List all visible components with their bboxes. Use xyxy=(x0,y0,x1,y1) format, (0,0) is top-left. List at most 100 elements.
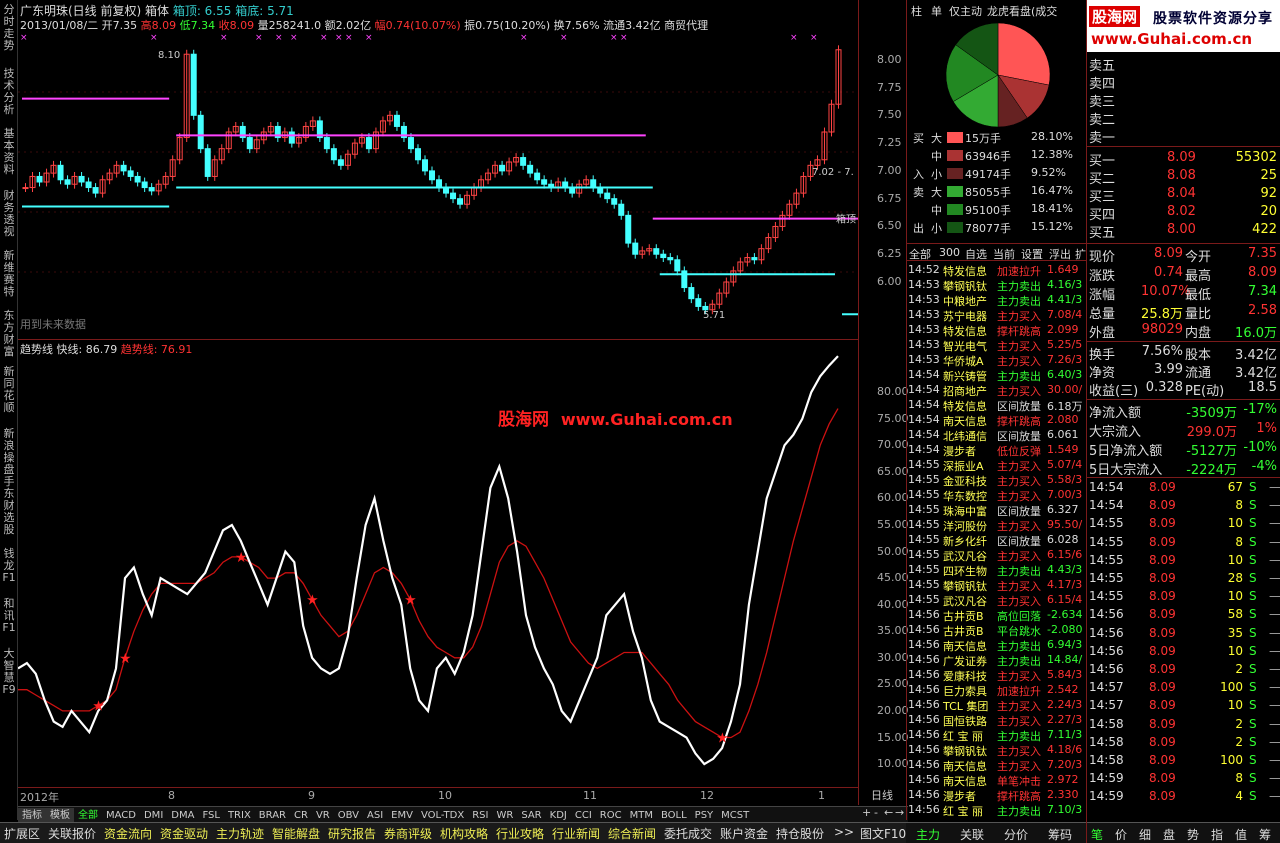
quote-tab-0[interactable]: 笔 xyxy=(1091,826,1103,843)
radar-row[interactable]: 14:56 TCL 集团 主力买入 2.24/3 xyxy=(907,698,1087,713)
bottom-tab-15[interactable]: >> xyxy=(834,825,854,839)
radar-row[interactable]: 14:55 洋河股份 主力买入 95.50/ xyxy=(907,518,1087,533)
indicator-tab-4[interactable]: DMI xyxy=(140,808,167,823)
radar-row[interactable]: 14:56 南天信息 单笔冲击 2.972 xyxy=(907,773,1087,788)
bottom-tab-11[interactable]: 综合新闻 xyxy=(608,825,656,842)
indicator-tab-0[interactable]: 指标 xyxy=(18,808,46,823)
quote-tab-3[interactable]: 盘 xyxy=(1163,826,1175,843)
radar-row[interactable]: 14:55 珠海中富 区间放量 6.327 xyxy=(907,503,1087,518)
radar-row[interactable]: 14:54 漫步者 低位反弹 1.549 xyxy=(907,443,1087,458)
radar-tab-0[interactable]: 柱 xyxy=(911,3,922,19)
radar-tab-1[interactable]: 单 xyxy=(931,3,942,19)
radar-row[interactable]: 14:53 攀钢钒钛 主力卖出 4.16/3 xyxy=(907,278,1087,293)
zoom-out-button[interactable]: - xyxy=(874,806,878,819)
left-tab-1[interactable]: 技术分析 xyxy=(1,68,17,116)
indicator-tab-19[interactable]: CCI xyxy=(571,808,596,823)
radar-bottom-tab-1[interactable]: 关联 xyxy=(960,826,984,843)
bottom-tab-4[interactable]: 主力轨迹 xyxy=(216,825,264,842)
left-tab-4[interactable]: 新维赛特 xyxy=(1,250,17,298)
radar-row[interactable]: 14:55 新乡化纤 区间放量 6.028 xyxy=(907,533,1087,548)
indicator-tab-20[interactable]: ROC xyxy=(596,808,626,823)
radar-row[interactable]: 14:55 武汉凡谷 主力买入 6.15/4 xyxy=(907,593,1087,608)
left-tab-9[interactable]: 钱龙F1 xyxy=(1,548,17,584)
indicator-tab-24[interactable]: MCST xyxy=(717,808,753,823)
radar-row[interactable]: 14:52 特发信息 加速拉升 1.649 xyxy=(907,263,1087,278)
radar-row[interactable]: 14:55 武汉凡谷 主力买入 6.15/6 xyxy=(907,548,1087,563)
radar-row[interactable]: 14:53 中粮地产 主力卖出 4.41/3 xyxy=(907,293,1087,308)
bottom-tab-13[interactable]: 账户资金 xyxy=(720,825,768,842)
indicator-tab-16[interactable]: WR xyxy=(492,808,517,823)
radar-row[interactable]: 14:56 漫步者 撑杆跳高 2.330 xyxy=(907,788,1087,803)
left-tab-7[interactable]: 新浪操盘手 xyxy=(1,428,17,488)
indicator-tab-5[interactable]: DMA xyxy=(167,808,198,823)
radar-row[interactable]: 14:56 爱康科技 主力买入 5.84/3 xyxy=(907,668,1087,683)
list-tab-2[interactable]: 自选 xyxy=(965,246,987,262)
radar-row[interactable]: 14:56 广发证券 主力卖出 14.84/ xyxy=(907,653,1087,668)
indicator-tab-18[interactable]: KDJ xyxy=(546,808,571,823)
list-tab-0[interactable]: 全部 xyxy=(909,246,931,262)
list-tab-5[interactable]: 浮出 xyxy=(1049,246,1071,262)
quote-tab-5[interactable]: 指 xyxy=(1211,826,1223,843)
indicator-tab-23[interactable]: PSY xyxy=(691,808,718,823)
radar-row[interactable]: 14:54 特发信息 区间放量 6.18万 xyxy=(907,398,1087,413)
radar-row[interactable]: 14:56 国恒铁路 主力买入 2.27/3 xyxy=(907,713,1087,728)
quote-tab-6[interactable]: 值 xyxy=(1235,826,1247,843)
indicator-tab-14[interactable]: VOL-TDX xyxy=(417,808,468,823)
radar-row[interactable]: 14:56 红 宝 丽 主力卖出 7.11/3 xyxy=(907,728,1087,743)
radar-bottom-tab-2[interactable]: 分价 xyxy=(1004,826,1028,843)
radar-row[interactable]: 14:54 招商地产 主力买入 30.00/ xyxy=(907,383,1087,398)
indicator-tab-22[interactable]: BOLL xyxy=(657,808,691,823)
indicator-tab-13[interactable]: EMV xyxy=(387,808,417,823)
radar-row[interactable]: 14:53 智光电气 主力买入 5.25/5 xyxy=(907,338,1087,353)
indicator-tab-10[interactable]: VR xyxy=(312,808,334,823)
radar-row[interactable]: 14:56 古井贡B 高位回落 -2.634 xyxy=(907,608,1087,623)
left-tab-2[interactable]: 基本资料 xyxy=(1,128,17,176)
radar-row[interactable]: 14:56 南天信息 主力买入 7.20/3 xyxy=(907,758,1087,773)
radar-row[interactable]: 14:53 特发信息 撑杆跳高 2.099 xyxy=(907,323,1087,338)
radar-tab-3[interactable]: 龙虎看盘(成交 xyxy=(987,3,1057,19)
indicator-tab-17[interactable]: SAR xyxy=(517,808,545,823)
list-tab-1[interactable]: 300 xyxy=(939,246,960,259)
radar-row[interactable]: 14:56 古井贡B 平台跳水 -2.080 xyxy=(907,623,1087,638)
bottom-tab-1[interactable]: 关联报价 xyxy=(48,825,96,842)
list-tab-3[interactable]: 当前 xyxy=(993,246,1015,262)
indicator-tab-3[interactable]: MACD xyxy=(102,808,140,823)
bottom-tab-12[interactable]: 委托成交 xyxy=(664,825,712,842)
radar-row[interactable]: 14:55 四环生物 主力卖出 4.43/3 xyxy=(907,563,1087,578)
indicator-tab-12[interactable]: ASI xyxy=(363,808,387,823)
bottom-tab-6[interactable]: 研究报告 xyxy=(328,825,376,842)
bottom-tab-0[interactable]: 扩展区 xyxy=(4,825,40,842)
left-tab-11[interactable]: 大智慧F9 xyxy=(1,648,17,696)
radar-row[interactable]: 14:54 北纬通信 区间放量 6.061 xyxy=(907,428,1087,443)
radar-row[interactable]: 14:54 新兴铸管 主力卖出 6.40/3 xyxy=(907,368,1087,383)
indicator-tab-8[interactable]: BRAR xyxy=(255,808,290,823)
indicator-tab-1[interactable]: 模板 xyxy=(46,808,74,823)
bottom-tab-5[interactable]: 智能解盘 xyxy=(272,825,320,842)
left-tab-10[interactable]: 和讯F1 xyxy=(1,598,17,634)
bottom-tab-3[interactable]: 资金驱动 xyxy=(160,825,208,842)
indicator-tab-6[interactable]: FSL xyxy=(198,808,224,823)
radar-row[interactable]: 14:53 华侨城A 主力买入 7.26/3 xyxy=(907,353,1087,368)
indicator-tab-2[interactable]: 全部 xyxy=(74,808,102,823)
radar-row[interactable]: 14:54 南天信息 撑杆跳高 2.080 xyxy=(907,413,1087,428)
bottom-tab-16[interactable]: 图文F10 xyxy=(860,825,906,842)
radar-tab-2[interactable]: 仅主动 xyxy=(949,3,982,19)
radar-row[interactable]: 14:56 南天信息 主力卖出 6.94/3 xyxy=(907,638,1087,653)
quote-tab-2[interactable]: 细 xyxy=(1139,826,1151,843)
zoom-in-button[interactable]: + xyxy=(862,806,871,819)
radar-row[interactable]: 14:56 红 宝 丽 主力卖出 7.10/3 xyxy=(907,803,1087,818)
bottom-tab-10[interactable]: 行业新闻 xyxy=(552,825,600,842)
radar-row[interactable]: 14:55 金亚科技 主力买入 5.58/3 xyxy=(907,473,1087,488)
chart-area[interactable]: 广东明珠(日线 前复权) 箱体 箱顶: 6.55 箱底: 5.71 2013/0… xyxy=(18,0,858,805)
radar-row[interactable]: 14:55 攀钢钒钛 主力买入 4.17/3 xyxy=(907,578,1087,593)
indicator-tab-7[interactable]: TRIX xyxy=(224,808,255,823)
indicator-tab-9[interactable]: CR xyxy=(290,808,312,823)
bottom-tab-7[interactable]: 券商评级 xyxy=(384,825,432,842)
radar-row[interactable]: 14:56 巨力索具 加速拉升 2.542 xyxy=(907,683,1087,698)
scroll-right-button[interactable]: → xyxy=(895,806,904,819)
radar-bottom-tab-0[interactable]: 主力 xyxy=(916,826,940,843)
left-tab-8[interactable]: 东财选股 xyxy=(1,488,17,536)
left-tab-5[interactable]: 东方财富 xyxy=(1,310,17,358)
quote-tab-1[interactable]: 价 xyxy=(1115,826,1127,843)
radar-row[interactable]: 14:53 苏宁电器 主力买入 7.08/4 xyxy=(907,308,1087,323)
